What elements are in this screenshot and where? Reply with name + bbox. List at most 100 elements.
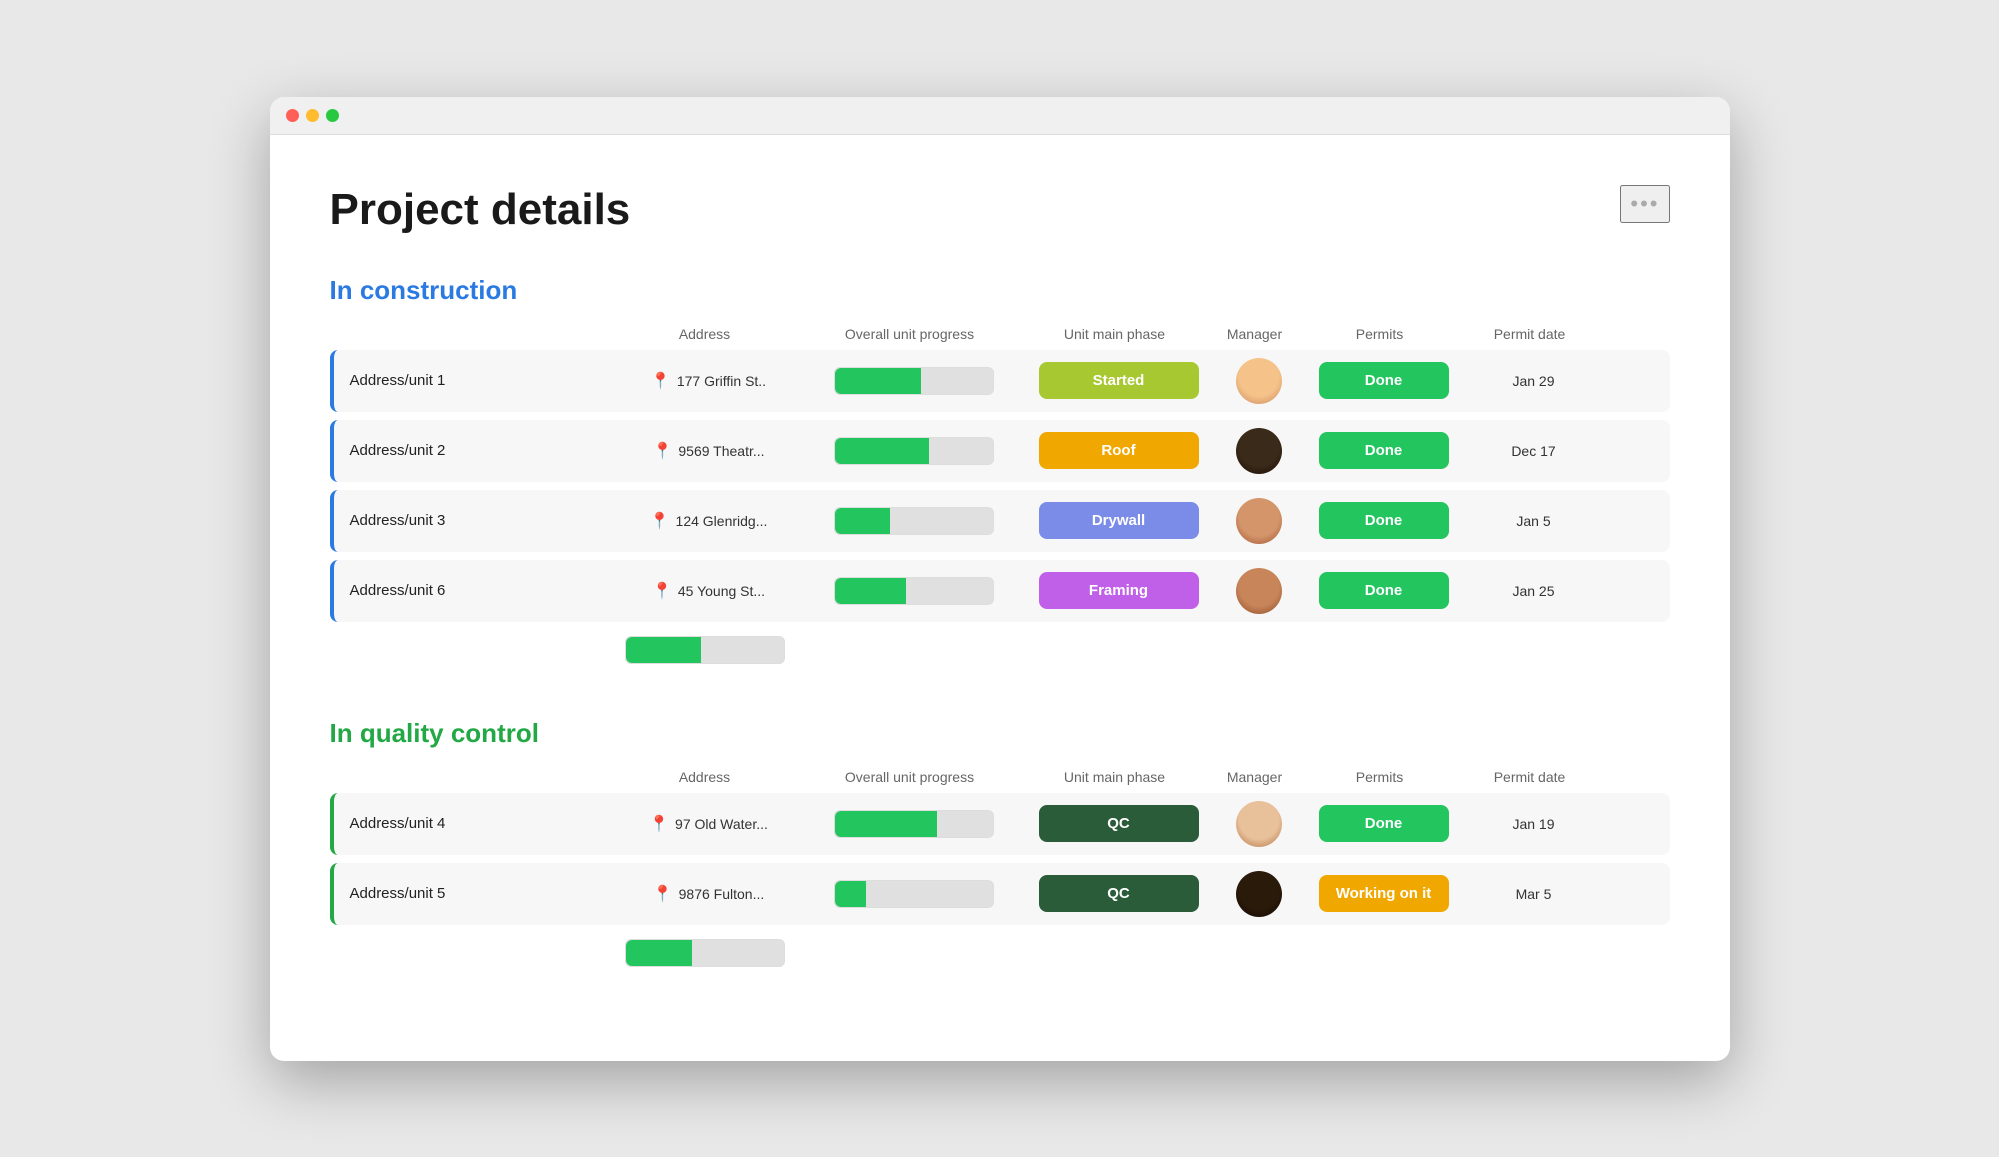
section-title-quality: In quality control [330, 718, 1670, 749]
table-construction: AddressOverall unit progressUnit main ph… [330, 326, 1670, 668]
col-header-3: Unit main phase [1020, 326, 1210, 342]
col-header-2: Overall unit progress [800, 326, 1020, 342]
col-header-7 [1600, 769, 1640, 785]
progress-cell [804, 577, 1024, 605]
summary-progress-bar [625, 636, 785, 664]
address-cell: 📍 9876 Fulton... [614, 884, 804, 904]
maximize-button[interactable] [326, 109, 339, 122]
address-text: 177 Griffin St.. [677, 373, 766, 389]
close-button[interactable] [286, 109, 299, 122]
progress-bar-inner [835, 438, 930, 464]
manager-cell [1214, 358, 1304, 404]
phase-cell: Started [1024, 362, 1214, 399]
table-row: Address/unit 1 📍 177 Griffin St.. Started Do… [330, 350, 1670, 412]
progress-bar-inner [835, 811, 938, 837]
permits-cell: Working on it [1304, 875, 1464, 912]
col-header-6: Permit date [1460, 769, 1600, 785]
avatar [1236, 358, 1282, 404]
address-text: 124 Glenridg... [676, 513, 768, 529]
permit-badge: Done [1319, 432, 1449, 469]
progress-cell [804, 880, 1024, 908]
unit-name-cell: Address/unit 1 [334, 372, 614, 389]
permits-cell: Done [1304, 502, 1464, 539]
pin-icon: 📍 [652, 581, 672, 601]
progress-bar-outer [834, 507, 994, 535]
progress-cell [804, 437, 1024, 465]
permit-badge: Done [1319, 362, 1449, 399]
address-cell: 📍 177 Griffin St.. [614, 371, 804, 391]
progress-cell [804, 367, 1024, 395]
manager-cell [1214, 871, 1304, 917]
progress-cell [804, 507, 1024, 535]
phase-badge: Drywall [1039, 502, 1199, 539]
app-window: Project details ••• In construction Addre… [270, 97, 1730, 1061]
col-header-4: Manager [1210, 769, 1300, 785]
summary-row [610, 933, 1670, 971]
col-header-0 [330, 769, 610, 785]
permit-date-cell: Mar 5 [1464, 886, 1604, 902]
address-cell: 📍124 Glenridg... [614, 511, 804, 531]
sections-container: In construction AddressOverall unit progr… [330, 275, 1670, 971]
pin-icon: 📍 [649, 814, 669, 834]
manager-cell [1214, 801, 1304, 847]
progress-bar-outer [834, 437, 994, 465]
summary-row [610, 630, 1670, 668]
unit-name-cell: Address/unit 2 [334, 442, 614, 459]
progress-cell [804, 810, 1024, 838]
table-header-quality: AddressOverall unit progressUnit main ph… [330, 769, 1670, 793]
progress-bar-outer [834, 810, 994, 838]
avatar [1236, 871, 1282, 917]
permit-date-cell: Jan 29 [1464, 373, 1604, 389]
phase-cell: Roof [1024, 432, 1214, 469]
minimize-button[interactable] [306, 109, 319, 122]
col-header-5: Permits [1300, 326, 1460, 342]
phase-cell: Drywall [1024, 502, 1214, 539]
table-row: Address/unit 6📍45 Young St...FramingDone… [330, 560, 1670, 622]
col-header-0 [330, 326, 610, 342]
title-bar [270, 97, 1730, 135]
progress-bar-outer [834, 577, 994, 605]
permits-cell: Done [1304, 805, 1464, 842]
permits-cell: Done [1304, 572, 1464, 609]
permits-cell: Done [1304, 362, 1464, 399]
section-title-construction: In construction [330, 275, 1670, 306]
permit-badge: Working on it [1319, 875, 1449, 912]
manager-cell [1214, 498, 1304, 544]
phase-cell: QC [1024, 875, 1214, 912]
pin-icon: 📍 [653, 884, 673, 904]
permit-badge: Done [1319, 572, 1449, 609]
phase-badge: Roof [1039, 432, 1199, 469]
pin-icon: 📍 [651, 371, 671, 391]
page-header: Project details ••• [330, 185, 1670, 235]
col-header-6: Permit date [1460, 326, 1600, 342]
more-options-button[interactable]: ••• [1620, 185, 1669, 223]
address-cell: 📍45 Young St... [614, 581, 804, 601]
table-quality: AddressOverall unit progressUnit main ph… [330, 769, 1670, 971]
col-header-4: Manager [1210, 326, 1300, 342]
traffic-lights [286, 109, 339, 122]
progress-bar-inner [835, 578, 906, 604]
phase-cell: QC [1024, 805, 1214, 842]
address-cell: 📍97 Old Water... [614, 814, 804, 834]
permit-badge: Done [1319, 502, 1449, 539]
pin-icon: 📍 [652, 441, 672, 461]
unit-name-cell: Address/unit 3 [334, 512, 614, 529]
phase-badge: Started [1039, 362, 1199, 399]
phase-badge: QC [1039, 875, 1199, 912]
address-text: 9876 Fulton... [679, 886, 765, 902]
permit-badge: Done [1319, 805, 1449, 842]
col-header-1: Address [610, 326, 800, 342]
progress-bar-inner [835, 881, 867, 907]
progress-bar-outer [834, 367, 994, 395]
col-header-3: Unit main phase [1020, 769, 1210, 785]
table-row: Address/unit 4📍97 Old Water...QCDoneJan … [330, 793, 1670, 855]
progress-bar-inner [835, 508, 890, 534]
avatar [1236, 498, 1282, 544]
avatar [1236, 801, 1282, 847]
permit-date-cell: Jan 5 [1464, 513, 1604, 529]
summary-progress-bar [625, 939, 785, 967]
permit-date-cell: Jan 25 [1464, 583, 1604, 599]
col-header-5: Permits [1300, 769, 1460, 785]
manager-cell [1214, 428, 1304, 474]
section-construction: In construction AddressOverall unit progr… [330, 275, 1670, 668]
